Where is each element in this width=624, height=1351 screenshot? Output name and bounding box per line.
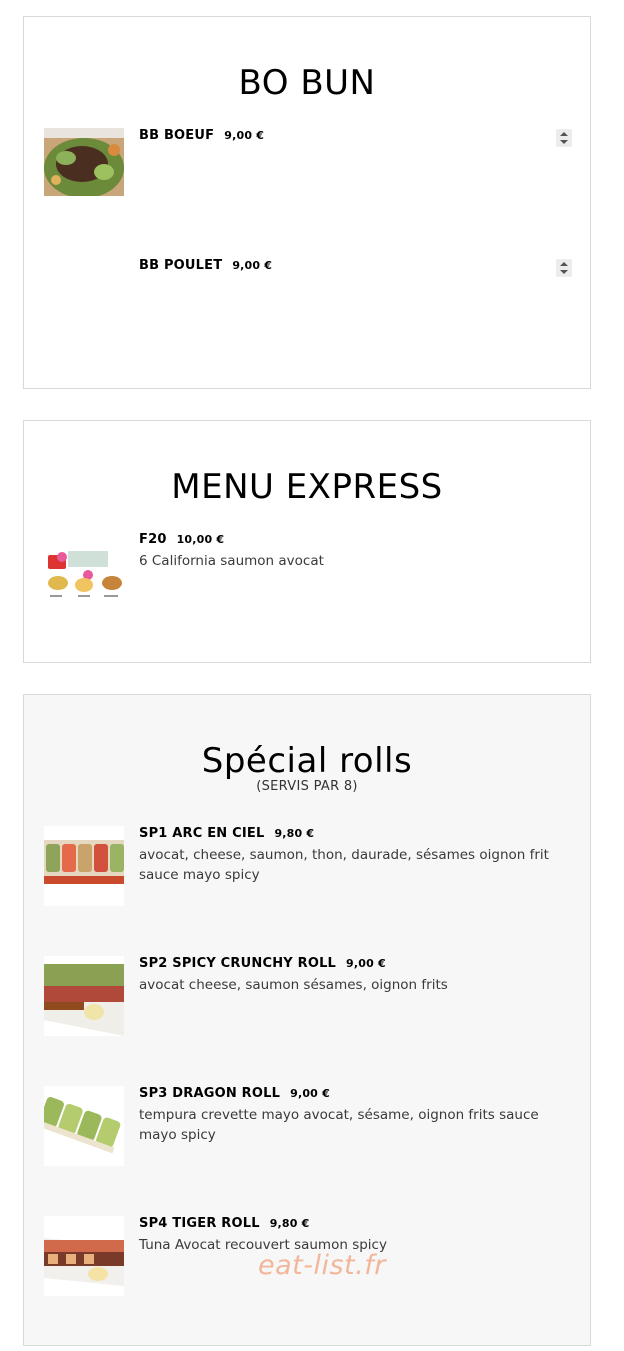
item-price: 9,80 € bbox=[274, 827, 315, 840]
item-price: 10,00 € bbox=[176, 533, 225, 546]
item-photo bbox=[44, 826, 124, 906]
quantity-stepper[interactable] bbox=[556, 129, 572, 147]
section-bo-bun: BO BUN BB BOEUF 9,00 € BB POULET 9,00 € bbox=[23, 16, 591, 389]
item-description: avocat, cheese, saumon, thon, daurade, s… bbox=[139, 847, 549, 883]
item-description: avocat cheese, saumon sésames, oignon fr… bbox=[139, 977, 448, 993]
item-name: BB BOEUF bbox=[139, 128, 215, 143]
item-heading: SP1 ARC EN CIEL 9,80 € bbox=[139, 826, 314, 841]
stepper-up-icon[interactable] bbox=[560, 262, 568, 266]
item-price: 9,00 € bbox=[290, 1087, 330, 1100]
item-name: SP4 TIGER ROLL bbox=[139, 1216, 260, 1231]
section-subtitle: (SERVIS PAR 8) bbox=[256, 779, 358, 794]
item-heading: SP3 DRAGON ROLL 9,00 € bbox=[139, 1086, 330, 1101]
item-price: 9,00 € bbox=[346, 957, 386, 970]
item-name: SP1 ARC EN CIEL bbox=[139, 826, 265, 841]
item-heading: F20 10,00 € bbox=[139, 532, 224, 547]
stepper-down-icon[interactable] bbox=[560, 270, 568, 274]
item-photo bbox=[44, 549, 124, 599]
item-price: 9,00 € bbox=[224, 129, 265, 142]
item-heading: SP4 TIGER ROLL 9,80 € bbox=[139, 1216, 310, 1231]
item-heading: BB BOEUF 9,00 € bbox=[139, 128, 264, 143]
item-photo bbox=[44, 956, 124, 1036]
item-name: SP2 SPICY CRUNCHY ROLL bbox=[139, 956, 337, 971]
item-heading: BB POULET 9,00 € bbox=[139, 258, 272, 273]
item-photo bbox=[44, 128, 124, 196]
item-description: tempura crevette mayo avocat, sésame, oi… bbox=[139, 1107, 539, 1143]
section-special-rolls: Spécial rolls (SERVIS PAR 8) SP1 ARC EN … bbox=[23, 694, 591, 1346]
item-description: 6 California saumon avocat bbox=[139, 553, 324, 569]
stepper-up-icon[interactable] bbox=[560, 132, 568, 136]
quantity-stepper[interactable] bbox=[556, 259, 572, 277]
item-price: 9,00 € bbox=[232, 259, 273, 272]
item-name: BB POULET bbox=[139, 258, 223, 273]
section-menu-express: MENU EXPRESS F20 10,00 € 6 California sau… bbox=[23, 420, 591, 663]
stepper-down-icon[interactable] bbox=[560, 140, 568, 144]
item-name: F20 bbox=[139, 532, 167, 547]
section-title: Spécial rolls bbox=[201, 741, 413, 781]
watermark: eat-list.fr bbox=[258, 1250, 386, 1281]
item-heading: SP2 SPICY CRUNCHY ROLL 9,00 € bbox=[139, 956, 386, 971]
item-name: SP3 DRAGON ROLL bbox=[139, 1086, 281, 1101]
section-title: BO BUN bbox=[238, 63, 376, 103]
item-price: 9,80 € bbox=[269, 1217, 310, 1230]
item-photo bbox=[44, 1086, 124, 1166]
section-title: MENU EXPRESS bbox=[171, 467, 443, 507]
item-photo bbox=[44, 1216, 124, 1296]
